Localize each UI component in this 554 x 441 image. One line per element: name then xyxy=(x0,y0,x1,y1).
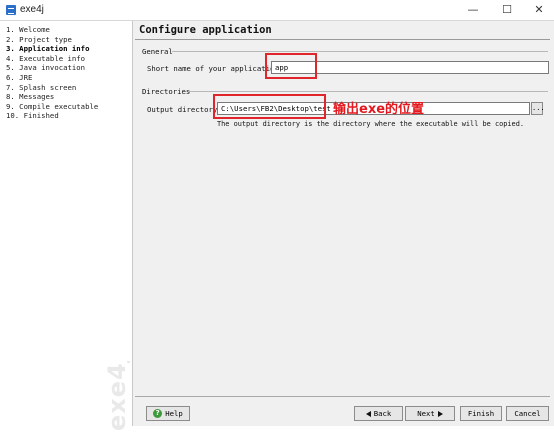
finish-button-label: Finish xyxy=(467,409,495,418)
title-bar: exe4j — ☐ ✕ xyxy=(0,0,554,21)
window-title: exe4j xyxy=(20,4,44,15)
sidebar-step: 7. Splash screen xyxy=(6,82,77,92)
bottom-divider xyxy=(135,396,550,397)
browse-directory-button[interactable]: ... xyxy=(531,102,545,115)
short-name-label: Short name of your application: xyxy=(147,64,284,73)
heading-divider xyxy=(135,39,550,40)
exe4j-watermark: exe4j xyxy=(103,361,131,431)
maximize-button[interactable]: ☐ xyxy=(492,2,522,18)
cancel-button[interactable]: Cancel xyxy=(506,406,549,421)
wizard-steps-sidebar: 1. Welcome 2. Project type 3. Application … xyxy=(0,21,133,431)
minimize-button[interactable]: — xyxy=(458,2,488,18)
next-button-label: Next xyxy=(417,409,435,418)
sidebar-step: 1. Welcome xyxy=(6,25,50,34)
close-button[interactable]: ✕ xyxy=(524,2,554,18)
help-button[interactable]: ? Help xyxy=(146,406,190,421)
sidebar-step: 2. Project type xyxy=(6,34,72,44)
sidebar-step: 5. Java invocation xyxy=(6,63,86,73)
arrow-left-icon xyxy=(365,410,371,417)
general-section-title: General xyxy=(142,47,173,56)
sidebar-step: 9. Compile executable xyxy=(6,101,99,111)
directories-section-title: Directories xyxy=(142,87,191,96)
step-list: 1. Welcome 2. Project type 3. Application … xyxy=(6,25,98,121)
sidebar-step: 8. Messages xyxy=(6,92,55,102)
output-directory-hint: The output directory is the directory wh… xyxy=(217,120,524,128)
arrow-right-icon xyxy=(437,410,443,417)
annotation-text: 输出exe的位置 xyxy=(333,102,425,117)
help-icon: ? xyxy=(153,409,163,418)
cancel-button-label: Cancel xyxy=(514,409,541,418)
help-button-label: Help xyxy=(165,409,183,418)
page-title: Configure application xyxy=(139,24,272,36)
sidebar-step: 10. Finished xyxy=(6,111,59,121)
back-button[interactable]: Back xyxy=(354,406,403,421)
sidebar-step: 4. Executable info xyxy=(6,53,86,63)
exe4j-app-icon xyxy=(6,5,16,15)
next-button[interactable]: Next xyxy=(405,406,455,421)
sidebar-step: 3. Application info xyxy=(6,44,90,54)
back-button-label: Back xyxy=(373,409,392,418)
output-directory-highlight-box xyxy=(213,94,326,119)
short-name-highlight-box xyxy=(265,53,317,79)
directories-section-divider xyxy=(188,91,548,92)
finish-button[interactable]: Finish xyxy=(460,406,502,421)
general-section-divider xyxy=(172,51,548,52)
main-panel: Configure application General Short name… xyxy=(133,21,554,426)
output-directory-label: Output directory: xyxy=(147,105,222,114)
sidebar-step: 6. JRE xyxy=(6,72,33,82)
